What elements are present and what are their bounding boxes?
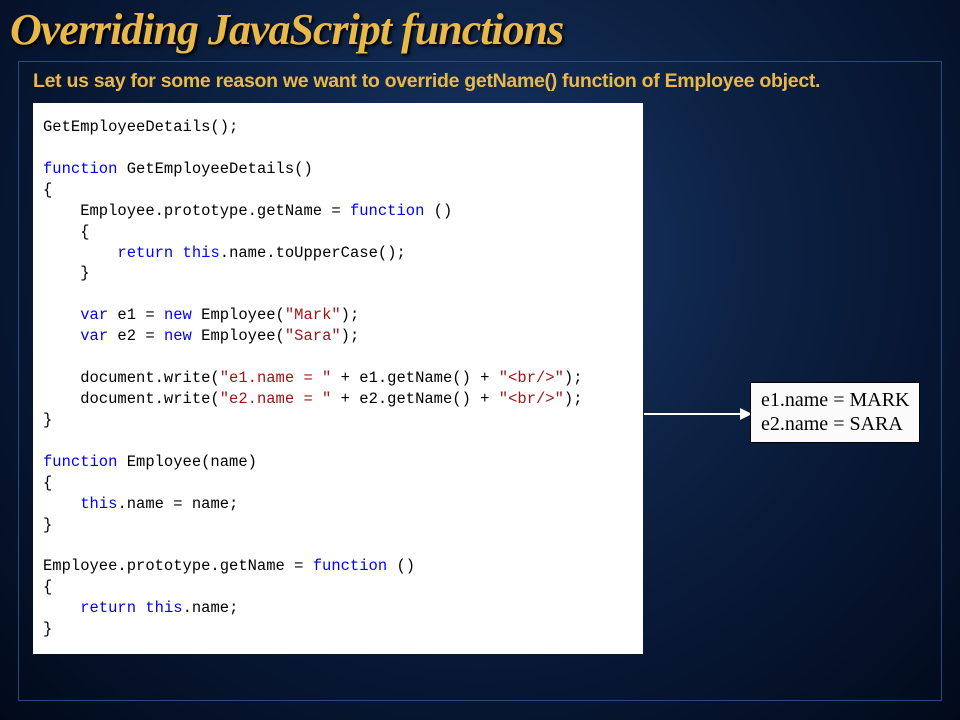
arrow-icon [644, 404, 752, 424]
output-line-1: e1.name = MARK [761, 388, 909, 412]
content-frame: Let us say for some reason we want to ov… [18, 61, 942, 701]
output-line-2: e2.name = SARA [761, 412, 909, 436]
output-box: e1.name = MARK e2.name = SARA [750, 382, 920, 443]
code-block: GetEmployeeDetails(); function GetEmploy… [33, 103, 643, 654]
slide-subtitle: Let us say for some reason we want to ov… [33, 70, 927, 93]
slide-title: Overriding JavaScript functions [0, 0, 960, 55]
